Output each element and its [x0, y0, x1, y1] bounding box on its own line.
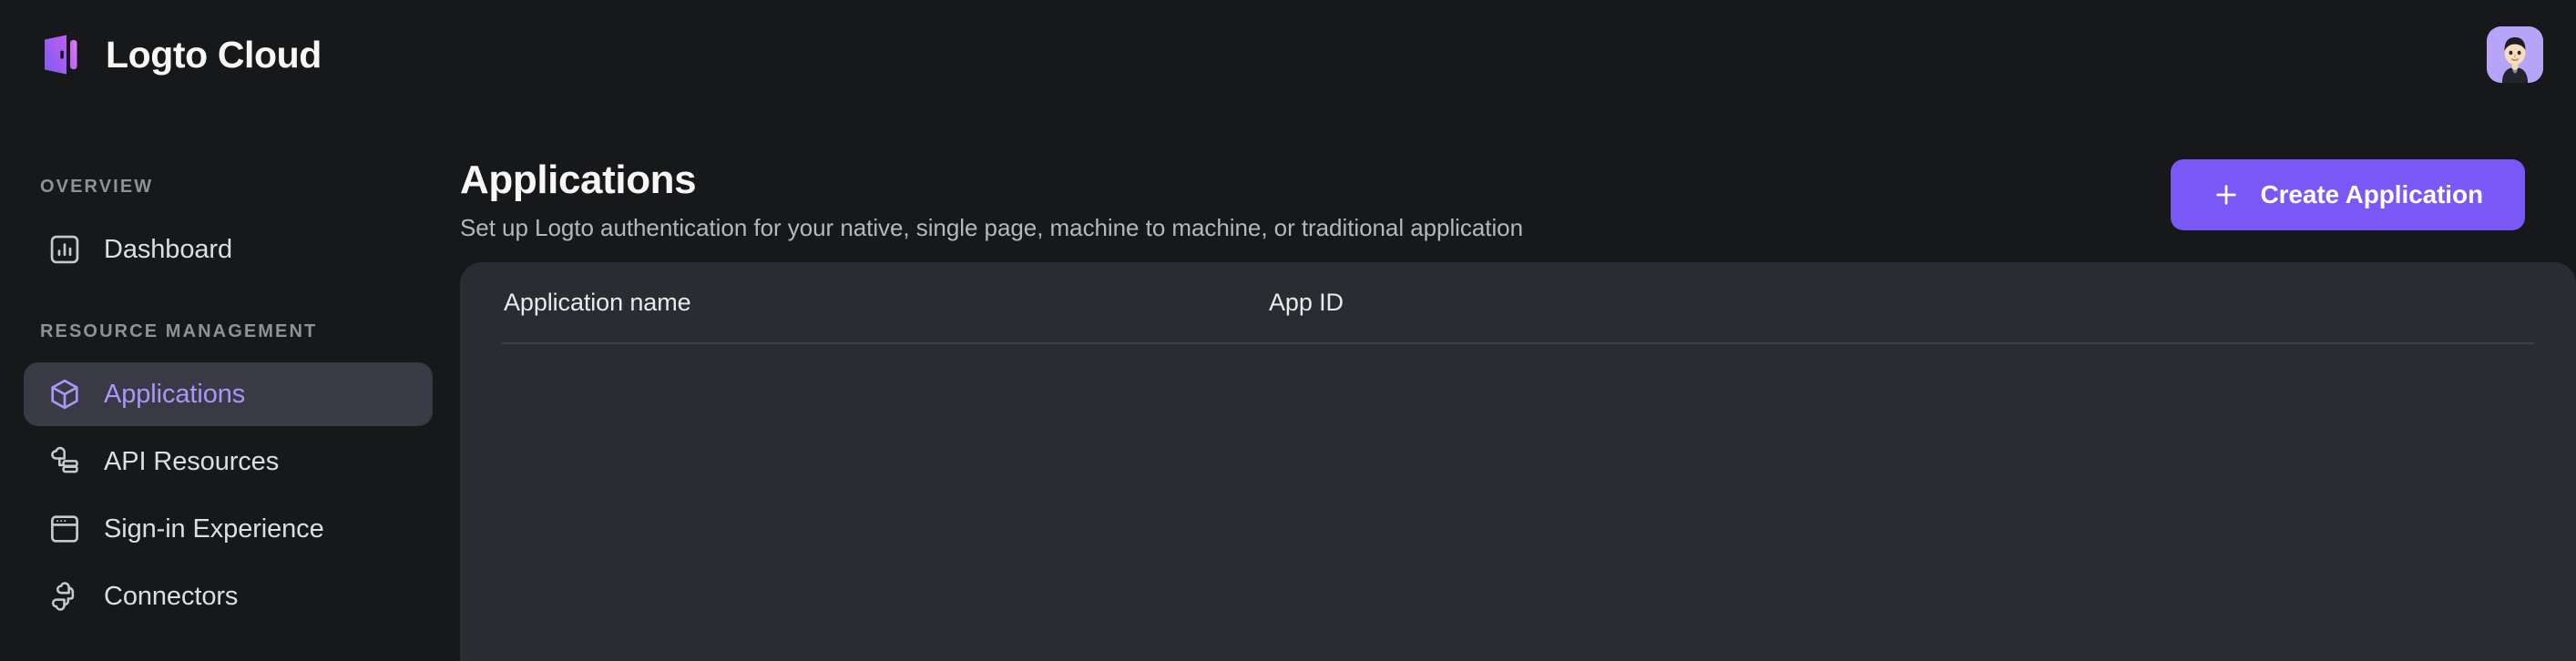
sidebar-item-api-resources[interactable]: API Resources [24, 430, 433, 493]
body-wrapper: Overview Dashboard [0, 109, 2576, 661]
sidebar-item-label: Sign-in Experience [104, 514, 324, 544]
logto-door-icon [38, 30, 87, 79]
top-bar: Logto Cloud [0, 0, 2576, 109]
sidebar-item-label: Dashboard [104, 234, 232, 264]
sidebar-item-applications[interactable]: Applications [24, 362, 433, 426]
sidebar-item-sign-in-experience[interactable]: Sign-in Experience [24, 497, 433, 561]
sidebar: Overview Dashboard [0, 109, 460, 661]
main-content: Applications Set up Logto authentication… [460, 109, 2576, 661]
applications-table-header: Application name App ID [502, 262, 2534, 344]
sidebar-section-title-overview: Overview [40, 177, 154, 197]
sidebar-item-connectors[interactable]: Connectors [24, 564, 433, 628]
browser-window-icon [47, 512, 82, 546]
brand-name: Logto Cloud [106, 33, 322, 76]
page-title: Applications [460, 158, 697, 202]
connectors-clouds-icon [47, 579, 82, 614]
plus-icon [2213, 181, 2240, 208]
sidebar-item-label: API Resources [104, 446, 280, 476]
sidebar-section-resource-management: Resource management Applications [0, 321, 433, 628]
sidebar-item-dashboard[interactable]: Dashboard [24, 218, 433, 281]
bar-chart-icon [47, 232, 82, 267]
cube-icon [47, 377, 82, 412]
cloud-database-icon [47, 444, 82, 479]
create-application-button[interactable]: Create Application [2171, 159, 2525, 230]
column-header-application-name: Application name [504, 288, 691, 316]
page-subtitle: Set up Logto authentication for your nat… [460, 214, 1523, 242]
sidebar-items-overview: Dashboard [0, 218, 433, 281]
top-bar-right [2487, 26, 2543, 83]
app-root: Logto Cloud OVERVIEW Dashboard RESOURCE … [0, 0, 2576, 661]
page-header-text: Applications Set up Logto authentication… [460, 158, 1523, 242]
user-avatar[interactable] [2487, 26, 2543, 83]
create-application-label: Create Application [2260, 180, 2483, 208]
sidebar-item-label: Connectors [104, 581, 239, 611]
applications-table-body [502, 344, 2534, 661]
column-header-app-id: App ID [1269, 288, 1344, 316]
page-header: Applications Set up Logto authentication… [460, 109, 2576, 262]
applications-table-panel: Application name App ID [460, 262, 2576, 661]
sidebar-section-overview: Overview Dashboard [0, 177, 433, 281]
brand[interactable]: Logto Cloud [38, 30, 322, 79]
sidebar-section-title-resource-management: Resource management [40, 321, 318, 341]
sidebar-item-label: Applications [104, 379, 246, 409]
sidebar-items-resource-management: Applications API Resources Sign-in Exper… [0, 362, 433, 628]
